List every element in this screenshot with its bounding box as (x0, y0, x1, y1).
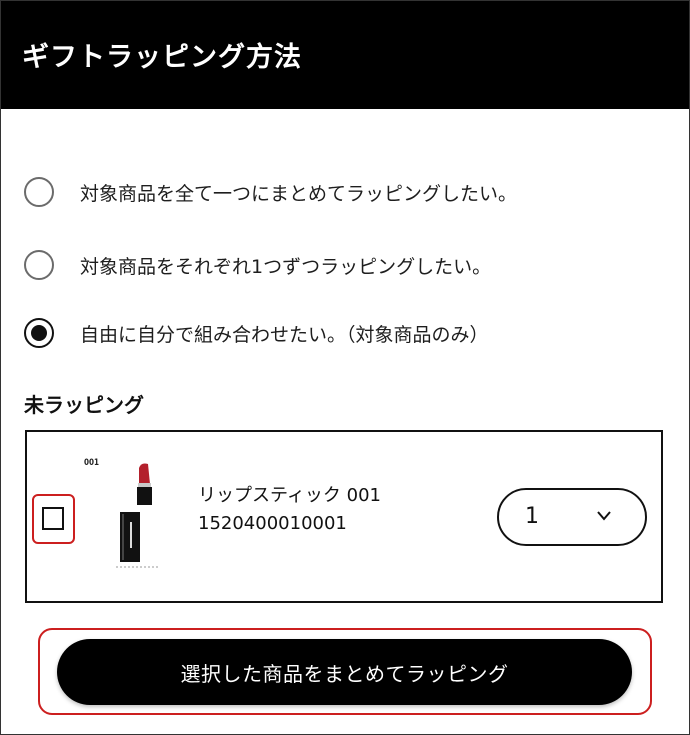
product-shade-code: 001 (84, 458, 100, 468)
option-custom-combination[interactable]: 自由に自分で組み合わせたい。（対象商品のみ） (24, 316, 489, 350)
product-select-checkbox[interactable] (42, 507, 64, 530)
wrap-selected-button[interactable]: 選択した商品をまとめてラッピング (57, 639, 632, 705)
option-wrap-each-separately[interactable]: 対象商品をそれぞれ1つずつラッピングしたい。 (24, 248, 491, 282)
quantity-value: 1 (525, 504, 539, 529)
header-bar: ギフトラッピング方法 (1, 1, 689, 109)
product-name: リップスティック 001 (198, 485, 381, 506)
radio-wrap-all-together[interactable] (24, 177, 54, 207)
radio-wrap-each-separately[interactable] (24, 250, 54, 280)
quantity-select[interactable]: 1 (497, 488, 647, 546)
unwrapped-heading: 未ラッピング (24, 393, 144, 417)
product-code: 1520400010001 (198, 513, 347, 534)
page-title: ギフトラッピング方法 (22, 42, 302, 73)
option-label: 対象商品をそれぞれ1つずつラッピングしたい。 (80, 255, 492, 278)
window-frame (0, 0, 690, 735)
lipstick-product-image (116, 463, 160, 568)
option-wrap-all-together[interactable]: 対象商品を全て一つにまとめてラッピングしたい。 (24, 175, 517, 209)
chevron-down-icon (597, 511, 611, 521)
option-label: 自由に自分で組み合わせたい。（対象商品のみ） (80, 323, 489, 346)
radio-custom-combination[interactable] (24, 318, 54, 348)
option-label: 対象商品を全て一つにまとめてラッピングしたい。 (80, 182, 518, 205)
